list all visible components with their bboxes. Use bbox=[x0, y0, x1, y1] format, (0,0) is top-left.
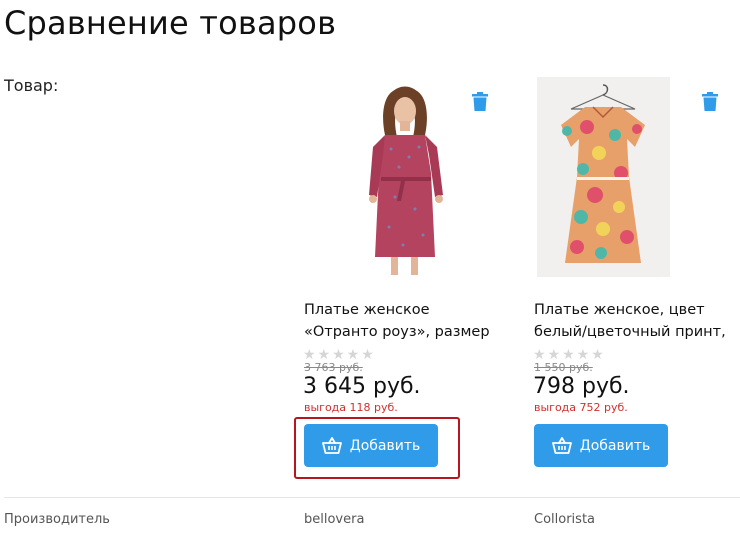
old-price-1: 3 763 руб. bbox=[304, 361, 363, 374]
product-name-2-line2: белый/цветочный принт, bbox=[534, 324, 726, 340]
manufacturer-label: Производитель bbox=[4, 512, 110, 527]
page-title: Сравнение товаров bbox=[4, 4, 337, 42]
trash-icon[interactable] bbox=[472, 92, 488, 111]
price-2: 798 руб. bbox=[533, 374, 630, 399]
manufacturer-value-2: Collorista bbox=[534, 512, 596, 527]
rating-stars-2: ★★★★★ bbox=[533, 347, 606, 363]
divider bbox=[4, 497, 740, 498]
price-1: 3 645 руб. bbox=[303, 374, 421, 399]
product-image-2[interactable] bbox=[537, 77, 670, 277]
manufacturer-value-1: bellovera bbox=[304, 512, 365, 527]
saving-1: выгода 118 руб. bbox=[304, 401, 398, 414]
add-button-label: Добавить bbox=[579, 437, 651, 454]
product-row-label: Товар: bbox=[4, 76, 59, 95]
product-name-1-line2: «Отранто роуз», размер bbox=[304, 324, 490, 340]
product-name-1[interactable]: Платье женское «Отранто роуз», размер bbox=[304, 299, 504, 345]
highlight-box bbox=[294, 417, 460, 479]
rating-stars-1: ★★★★★ bbox=[303, 347, 376, 363]
trash-icon[interactable] bbox=[702, 92, 718, 111]
product-name-2[interactable]: Платье женское, цвет белый/цветочный при… bbox=[534, 299, 734, 345]
add-to-cart-button-2[interactable]: Добавить bbox=[534, 424, 668, 467]
product-image-1[interactable] bbox=[339, 77, 472, 277]
product-name-2-line1: Платье женское, цвет bbox=[534, 302, 705, 318]
old-price-2: 1 550 руб. bbox=[534, 361, 593, 374]
saving-2: выгода 752 руб. bbox=[534, 401, 628, 414]
basket-icon bbox=[551, 437, 572, 454]
product-name-1-line1: Платье женское bbox=[304, 302, 430, 318]
